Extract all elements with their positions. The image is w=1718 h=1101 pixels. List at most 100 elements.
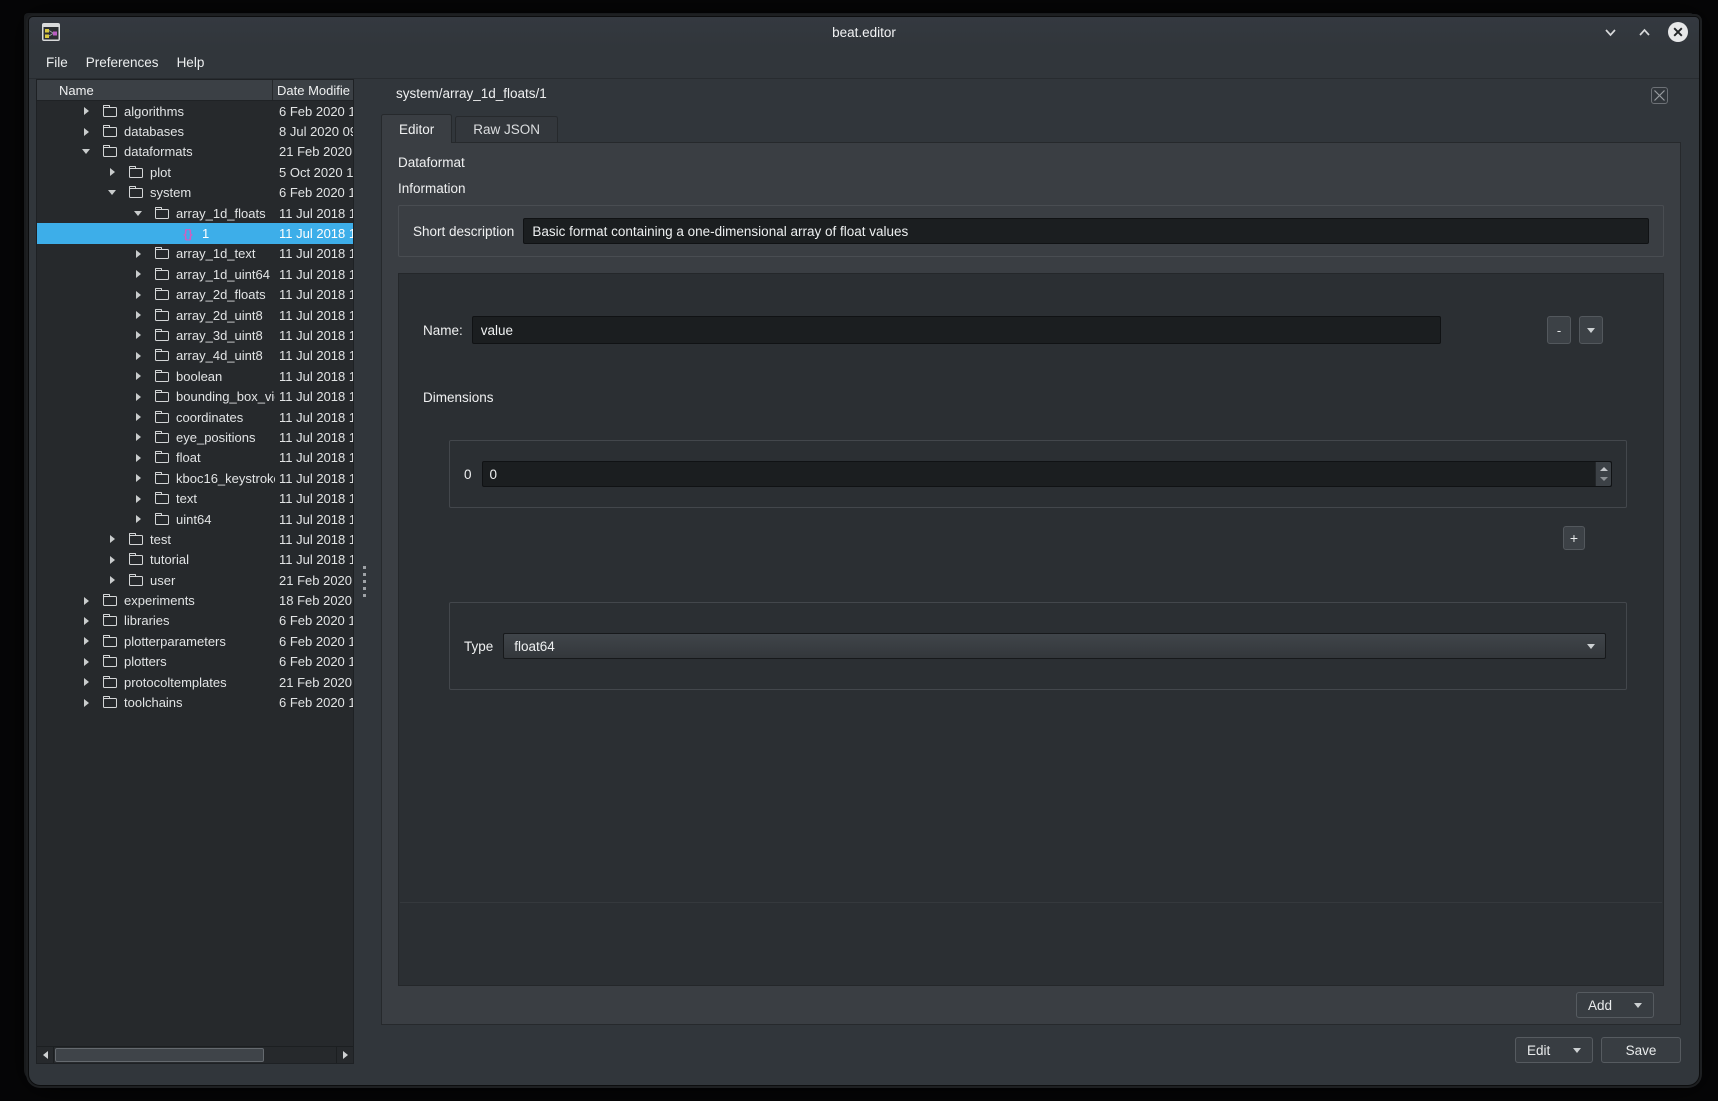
menu-help[interactable]: Help [168,51,214,74]
splitter-grip-icon[interactable] [363,566,366,597]
expand-arrow-icon[interactable] [131,291,155,299]
tree-item-system[interactable]: system6 Feb 2020 1 [37,183,353,203]
tree-item-libraries[interactable]: libraries6 Feb 2020 1 [37,611,353,631]
expand-arrow-icon[interactable] [131,331,155,339]
scroll-left-arrow-icon[interactable] [37,1047,53,1063]
tree-item-array_2d_floats[interactable]: array_2d_floats11 Jul 2018 1 [37,285,353,305]
expand-arrow-icon[interactable] [131,372,155,380]
tree-item-boolean[interactable]: boolean11 Jul 2018 1 [37,366,353,386]
tab-editor[interactable]: Editor [381,114,452,143]
tree-item-plotters[interactable]: plotters6 Feb 2020 1 [37,652,353,672]
tree-item-array_1d_uint64[interactable]: array_1d_uint6411 Jul 2018 1 [37,264,353,284]
remove-field-button[interactable]: - [1547,316,1571,344]
tree-item-array_1d_text[interactable]: array_1d_text11 Jul 2018 1 [37,244,353,264]
close-button[interactable] [1667,21,1689,43]
tree-item-1[interactable]: {}111 Jul 2018 1 [37,223,353,243]
collapse-arrow-icon[interactable] [105,190,129,195]
tree-item-kboc16_keystroke[interactable]: kboc16_keystroke11 Jul 2018 1 [37,468,353,488]
tree-item-plot[interactable]: plot5 Oct 2020 1 [37,162,353,182]
tree-item-test[interactable]: test11 Jul 2018 1 [37,529,353,549]
expand-arrow-icon[interactable] [105,556,129,564]
column-header-date-modified[interactable]: Date Modifie [273,80,353,100]
tree-item-eye_positions[interactable]: eye_positions11 Jul 2018 1 [37,427,353,447]
expand-arrow-icon[interactable] [105,576,129,584]
expand-arrow-icon[interactable] [131,311,155,319]
spin-up-icon[interactable] [1600,467,1608,471]
tree-item-tutorial[interactable]: tutorial11 Jul 2018 1 [37,550,353,570]
expand-arrow-icon[interactable] [131,474,155,482]
expand-arrow-icon[interactable] [79,637,103,645]
minimize-button[interactable] [1599,21,1621,43]
expand-arrow-icon[interactable] [131,413,155,421]
maximize-button[interactable] [1633,21,1655,43]
expand-arrow-icon[interactable] [131,495,155,503]
tree-item-bounding_box_video[interactable]: bounding_box_video11 Jul 2018 1 [37,386,353,406]
expand-arrow-icon[interactable] [131,352,155,360]
collapse-arrow-icon[interactable] [79,149,103,154]
expand-arrow-icon[interactable] [79,658,103,666]
tree-item-protocoltemplates[interactable]: protocoltemplates21 Feb 2020 [37,672,353,692]
tree-item-uint64[interactable]: uint6411 Jul 2018 1 [37,509,353,529]
tree-item-array_2d_uint8[interactable]: array_2d_uint811 Jul 2018 1 [37,305,353,325]
scrollbar-track[interactable] [53,1047,337,1063]
scrollbar-thumb[interactable] [55,1048,264,1062]
tree-item-dataformats[interactable]: dataformats21 Feb 2020 [37,142,353,162]
tree-item-label: protocoltemplates [124,675,227,690]
tree-item-array_4d_uint8[interactable]: array_4d_uint811 Jul 2018 1 [37,346,353,366]
collapse-arrow-icon[interactable] [131,211,155,216]
tree-item-array_3d_uint8[interactable]: array_3d_uint811 Jul 2018 1 [37,325,353,345]
tree-item-date: 11 Jul 2018 1 [275,325,353,345]
expand-arrow-icon[interactable] [79,617,103,625]
expand-arrow-icon[interactable] [131,393,155,401]
type-combobox[interactable]: float64 [503,633,1606,659]
tree-item-toolchains[interactable]: toolchains6 Feb 2020 1 [37,692,353,712]
type-value: float64 [514,639,1587,654]
titlebar[interactable]: beat.editor [29,17,1699,47]
app-window: beat.editor FilePreferencesHelp Name D [28,16,1700,1086]
expand-arrow-icon[interactable] [131,515,155,523]
tree-item-plotterparameters[interactable]: plotterparameters6 Feb 2020 1 [37,631,353,651]
expand-arrow-icon[interactable] [131,250,155,258]
expand-arrow-icon[interactable] [79,597,103,605]
short-description-input[interactable] [523,218,1649,244]
add-dimension-button[interactable]: + [1563,526,1585,550]
scroll-right-arrow-icon[interactable] [337,1047,353,1063]
expand-arrow-icon[interactable] [105,168,129,176]
tree-item-array_1d_floats[interactable]: array_1d_floats11 Jul 2018 1 [37,203,353,223]
horizontal-scrollbar[interactable] [37,1046,353,1063]
type-group: Type float64 [449,602,1627,690]
expand-arrow-icon[interactable] [79,699,103,707]
folder-icon [103,127,117,137]
expand-arrow-icon[interactable] [131,433,155,441]
field-type-dropdown-button[interactable] [1579,316,1603,344]
edit-button[interactable]: Edit [1515,1037,1593,1063]
field-name-input[interactable] [472,316,1441,344]
menu-preferences[interactable]: Preferences [77,51,168,74]
tree-item-user[interactable]: user21 Feb 2020 [37,570,353,590]
tab-raw-json[interactable]: Raw JSON [455,116,558,142]
expand-arrow-icon[interactable] [79,107,103,115]
tree-item-databases[interactable]: databases8 Jul 2020 09 [37,121,353,141]
tree-item-algorithms[interactable]: algorithms6 Feb 2020 1 [37,101,353,121]
folder-icon [155,249,169,259]
expand-arrow-icon[interactable] [131,270,155,278]
add-button[interactable]: Add [1576,992,1654,1018]
expand-arrow-icon[interactable] [79,128,103,136]
tree-item-date: 11 Jul 2018 1 [275,488,353,508]
dimension-value-input[interactable] [483,462,1595,486]
tree-item-experiments[interactable]: experiments18 Feb 2020 [37,590,353,610]
tree-item-text[interactable]: text11 Jul 2018 1 [37,488,353,508]
tree-item-float[interactable]: float11 Jul 2018 1 [37,448,353,468]
detach-icon[interactable] [1647,83,1671,107]
tree-item-name-cell: array_4d_uint8 [37,348,275,363]
folder-icon [155,331,169,341]
panel-splitter[interactable] [354,79,381,1085]
save-button[interactable]: Save [1601,1037,1681,1063]
expand-arrow-icon[interactable] [131,454,155,462]
expand-arrow-icon[interactable] [79,678,103,686]
expand-arrow-icon[interactable] [105,535,129,543]
tree-item-coordinates[interactable]: coordinates11 Jul 2018 1 [37,407,353,427]
spin-down-icon[interactable] [1600,477,1608,481]
column-header-name[interactable]: Name [37,80,273,100]
menu-file[interactable]: File [37,51,77,74]
